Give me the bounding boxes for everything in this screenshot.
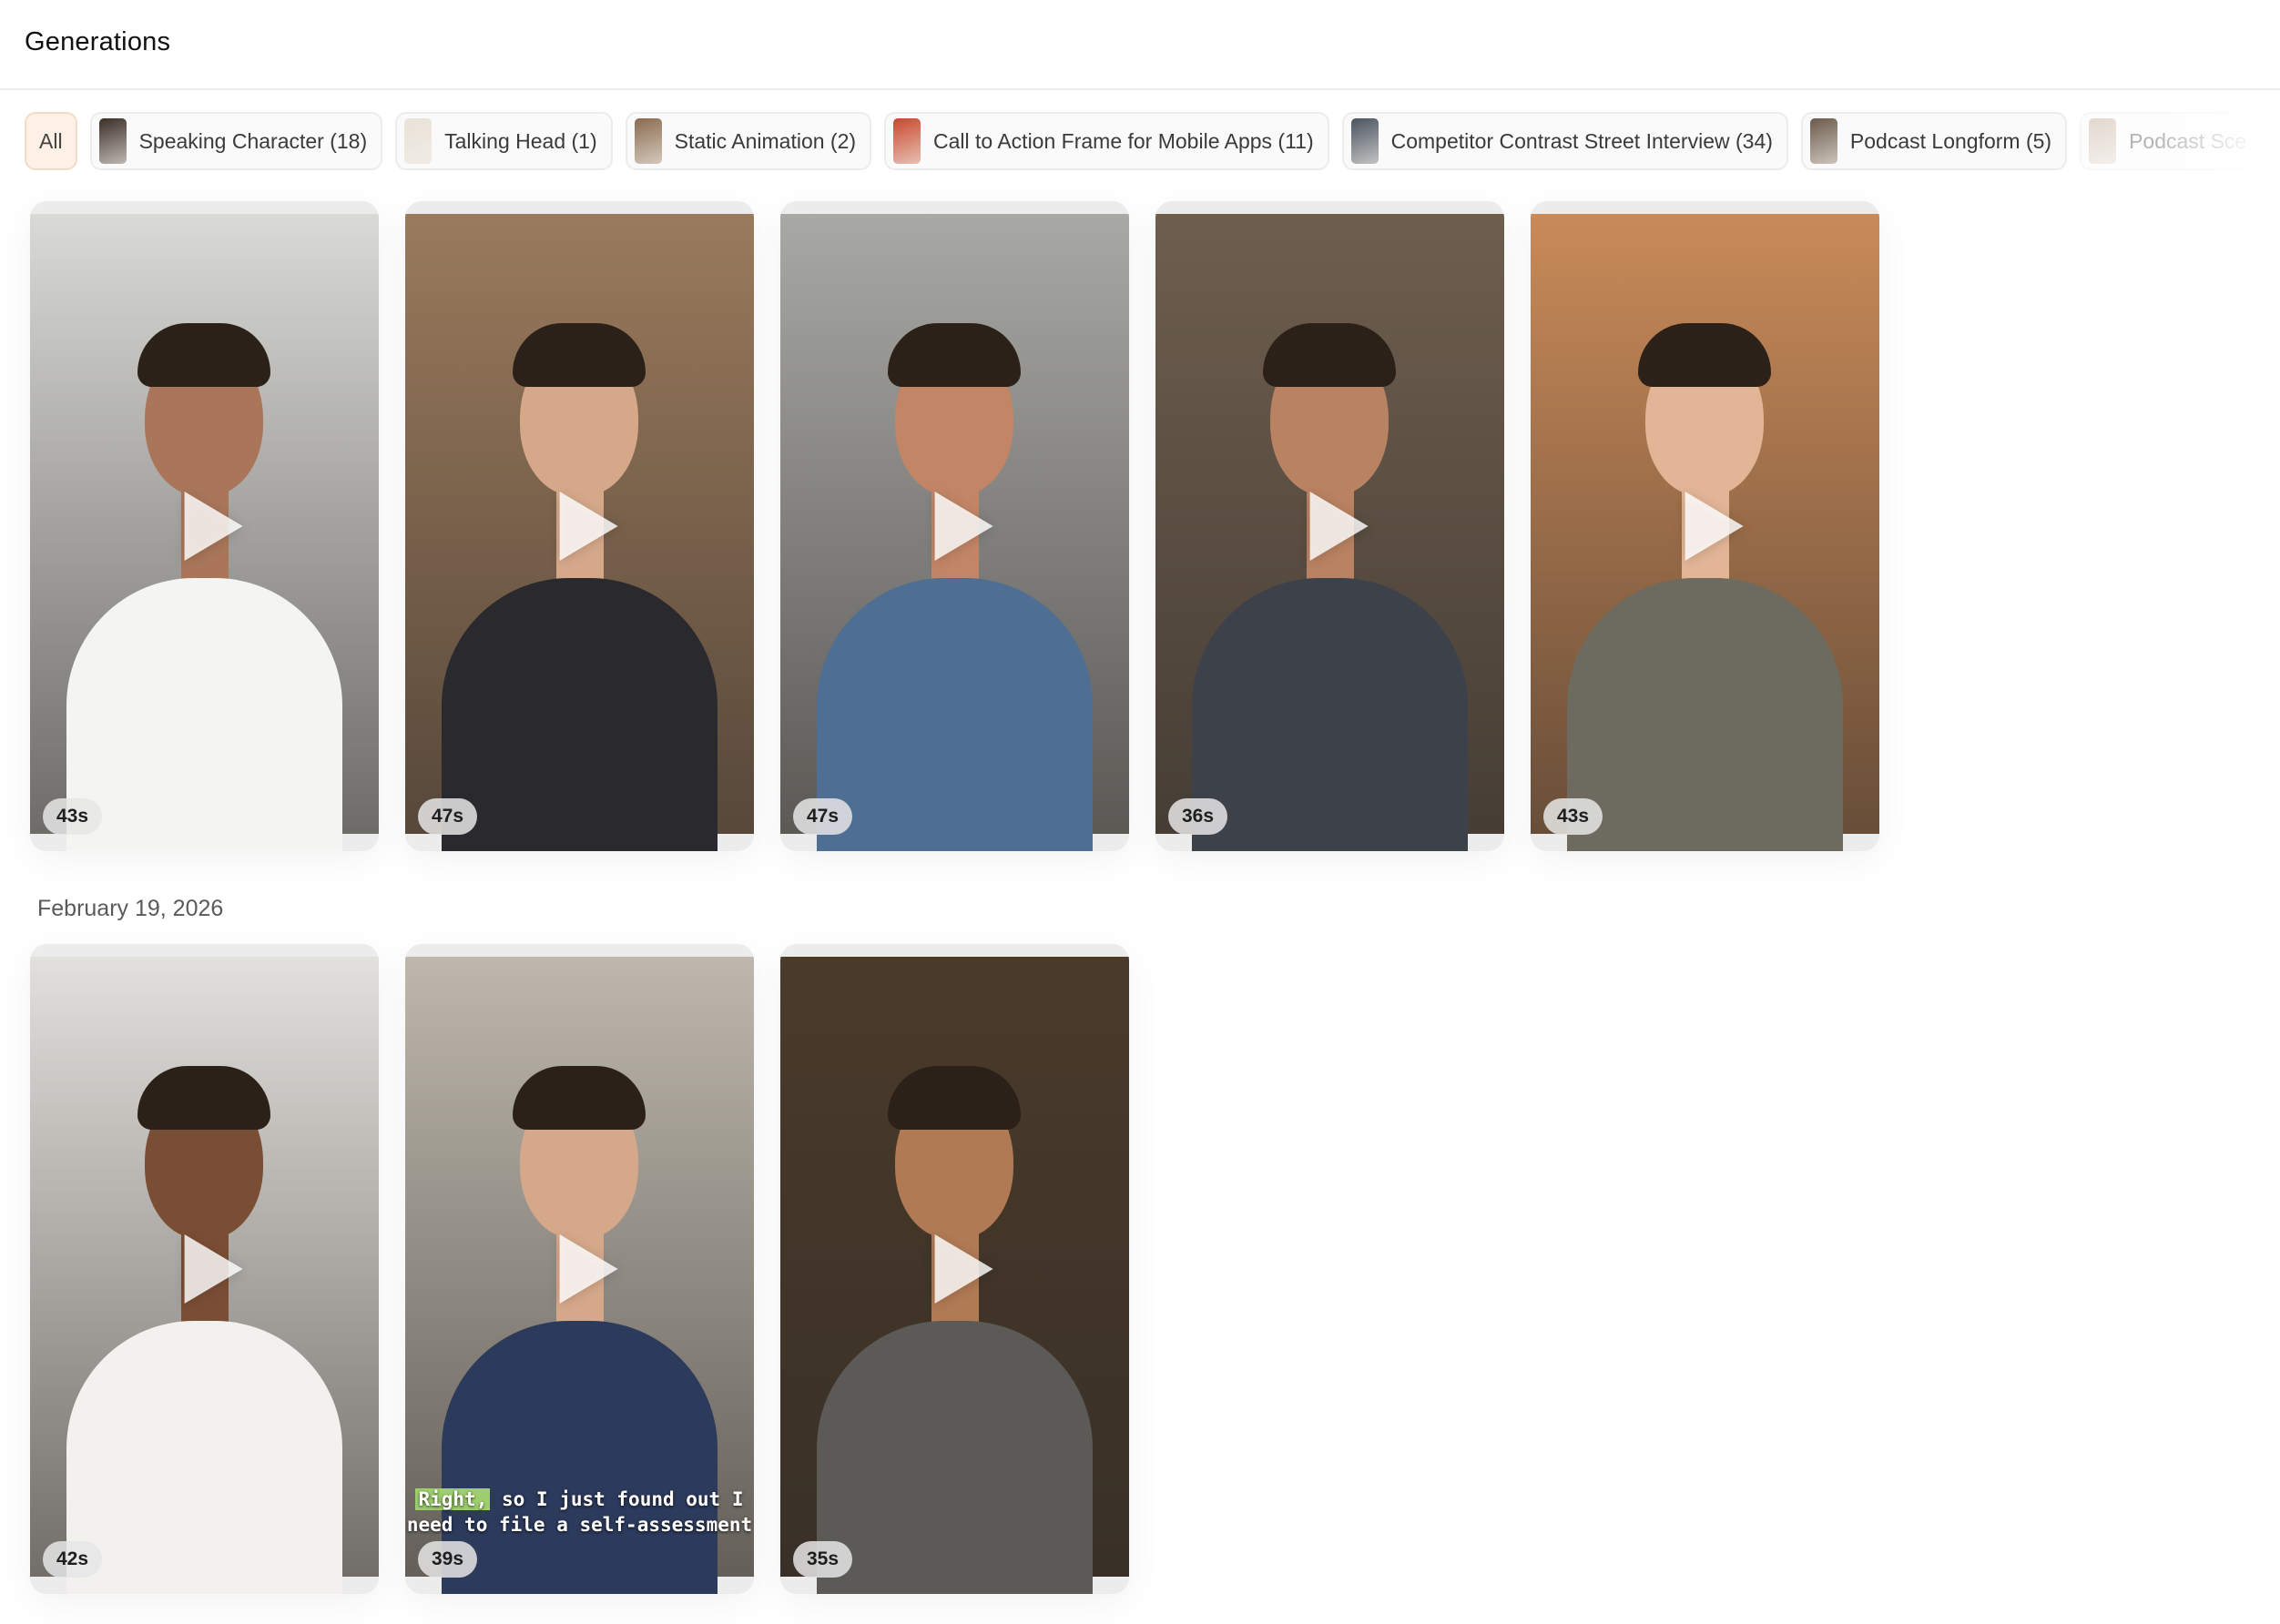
play-icon[interactable] (184, 492, 243, 561)
person-torso (66, 578, 342, 851)
person-hair (1263, 323, 1396, 387)
chip-bar-fade-overlay (2153, 107, 2280, 178)
duration-badge: 35s (793, 1541, 853, 1578)
video-caption: Right, so I just found out I need to fil… (405, 1487, 754, 1538)
video-card[interactable]: Right, so I just found out I need to fil… (405, 944, 754, 1594)
section-date-label: February 19, 2026 (37, 896, 224, 921)
filter-chip-label: Talking Head (1) (444, 128, 597, 153)
person-torso (442, 578, 718, 851)
play-icon[interactable] (559, 492, 618, 561)
video-card[interactable]: 43s (30, 201, 379, 851)
person-hair (137, 1066, 270, 1130)
filter-thumbnail (98, 118, 127, 164)
person-torso (817, 578, 1093, 851)
video-card[interactable]: 47s (405, 201, 754, 851)
play-icon[interactable] (184, 1234, 243, 1304)
filter-chip-label: Speaking Character (18) (138, 128, 368, 153)
person-torso (66, 1321, 342, 1594)
filter-thumbnail (893, 118, 921, 164)
filter-chip-label: Call to Action Frame for Mobile Apps (11… (933, 128, 1314, 153)
video-card[interactable]: 43s (1531, 201, 1879, 851)
video-card[interactable]: 47s (780, 201, 1129, 851)
page-title: Generations (25, 27, 171, 56)
person-hair (513, 1066, 646, 1130)
play-icon[interactable] (934, 1234, 993, 1304)
person-torso (1192, 578, 1468, 851)
filter-chip-competitor-contrast[interactable]: Competitor Contrast Street Interview (34… (1341, 112, 1788, 170)
person-torso (1567, 578, 1843, 851)
filter-chip-label: All (39, 128, 63, 153)
filter-chip-call-to-action[interactable]: Call to Action Frame for Mobile Apps (11… (884, 112, 1329, 170)
page-header: Generations (0, 0, 2280, 90)
filter-thumbnail (1809, 118, 1837, 164)
video-card[interactable]: 35s (780, 944, 1129, 1594)
filter-chip-speaking-character[interactable]: Speaking Character (18) (89, 112, 383, 170)
play-icon[interactable] (1309, 492, 1369, 561)
person-hair (1638, 323, 1771, 387)
person-hair (888, 1066, 1021, 1130)
video-card[interactable]: 36s (1155, 201, 1504, 851)
caption-line-2: need to file a self-assessment (406, 1514, 753, 1536)
person-torso (817, 1321, 1093, 1594)
person-hair (888, 323, 1021, 387)
filter-chip-static-animation[interactable]: Static Animation (2) (625, 112, 872, 170)
person-hair (513, 323, 646, 387)
person-torso (442, 1321, 718, 1594)
duration-badge: 39s (418, 1541, 478, 1578)
filter-chip-podcast-longform[interactable]: Podcast Longform (5) (1800, 112, 2068, 170)
duration-badge: 36s (1168, 798, 1228, 835)
filter-thumbnail (634, 118, 662, 164)
filter-thumbnail (1350, 118, 1379, 164)
filter-chip-label: Podcast Longform (5) (1849, 128, 2052, 153)
filter-chip-all[interactable]: All (25, 112, 77, 170)
duration-badge: 42s (43, 1541, 103, 1578)
duration-badge: 47s (793, 798, 853, 835)
play-icon[interactable] (1685, 492, 1744, 561)
person-hair (137, 323, 270, 387)
filter-chip-bar: All Speaking Character (18) Talking Head… (25, 112, 2280, 174)
filter-chip-label: Static Animation (2) (674, 128, 857, 153)
play-icon[interactable] (559, 1234, 618, 1304)
filter-thumbnail (2089, 118, 2117, 164)
duration-badge: 47s (418, 798, 478, 835)
duration-badge: 43s (43, 798, 103, 835)
filter-thumbnail (404, 118, 433, 164)
video-card[interactable]: 42s (30, 944, 379, 1594)
filter-chip-talking-head[interactable]: Talking Head (1) (395, 112, 613, 170)
caption-highlight-word: Right, (415, 1488, 491, 1510)
filter-chip-label: Competitor Contrast Street Interview (34… (1390, 128, 1773, 153)
duration-badge: 43s (1543, 798, 1603, 835)
play-icon[interactable] (934, 492, 993, 561)
caption-line-1: so I just found out I (490, 1488, 744, 1510)
